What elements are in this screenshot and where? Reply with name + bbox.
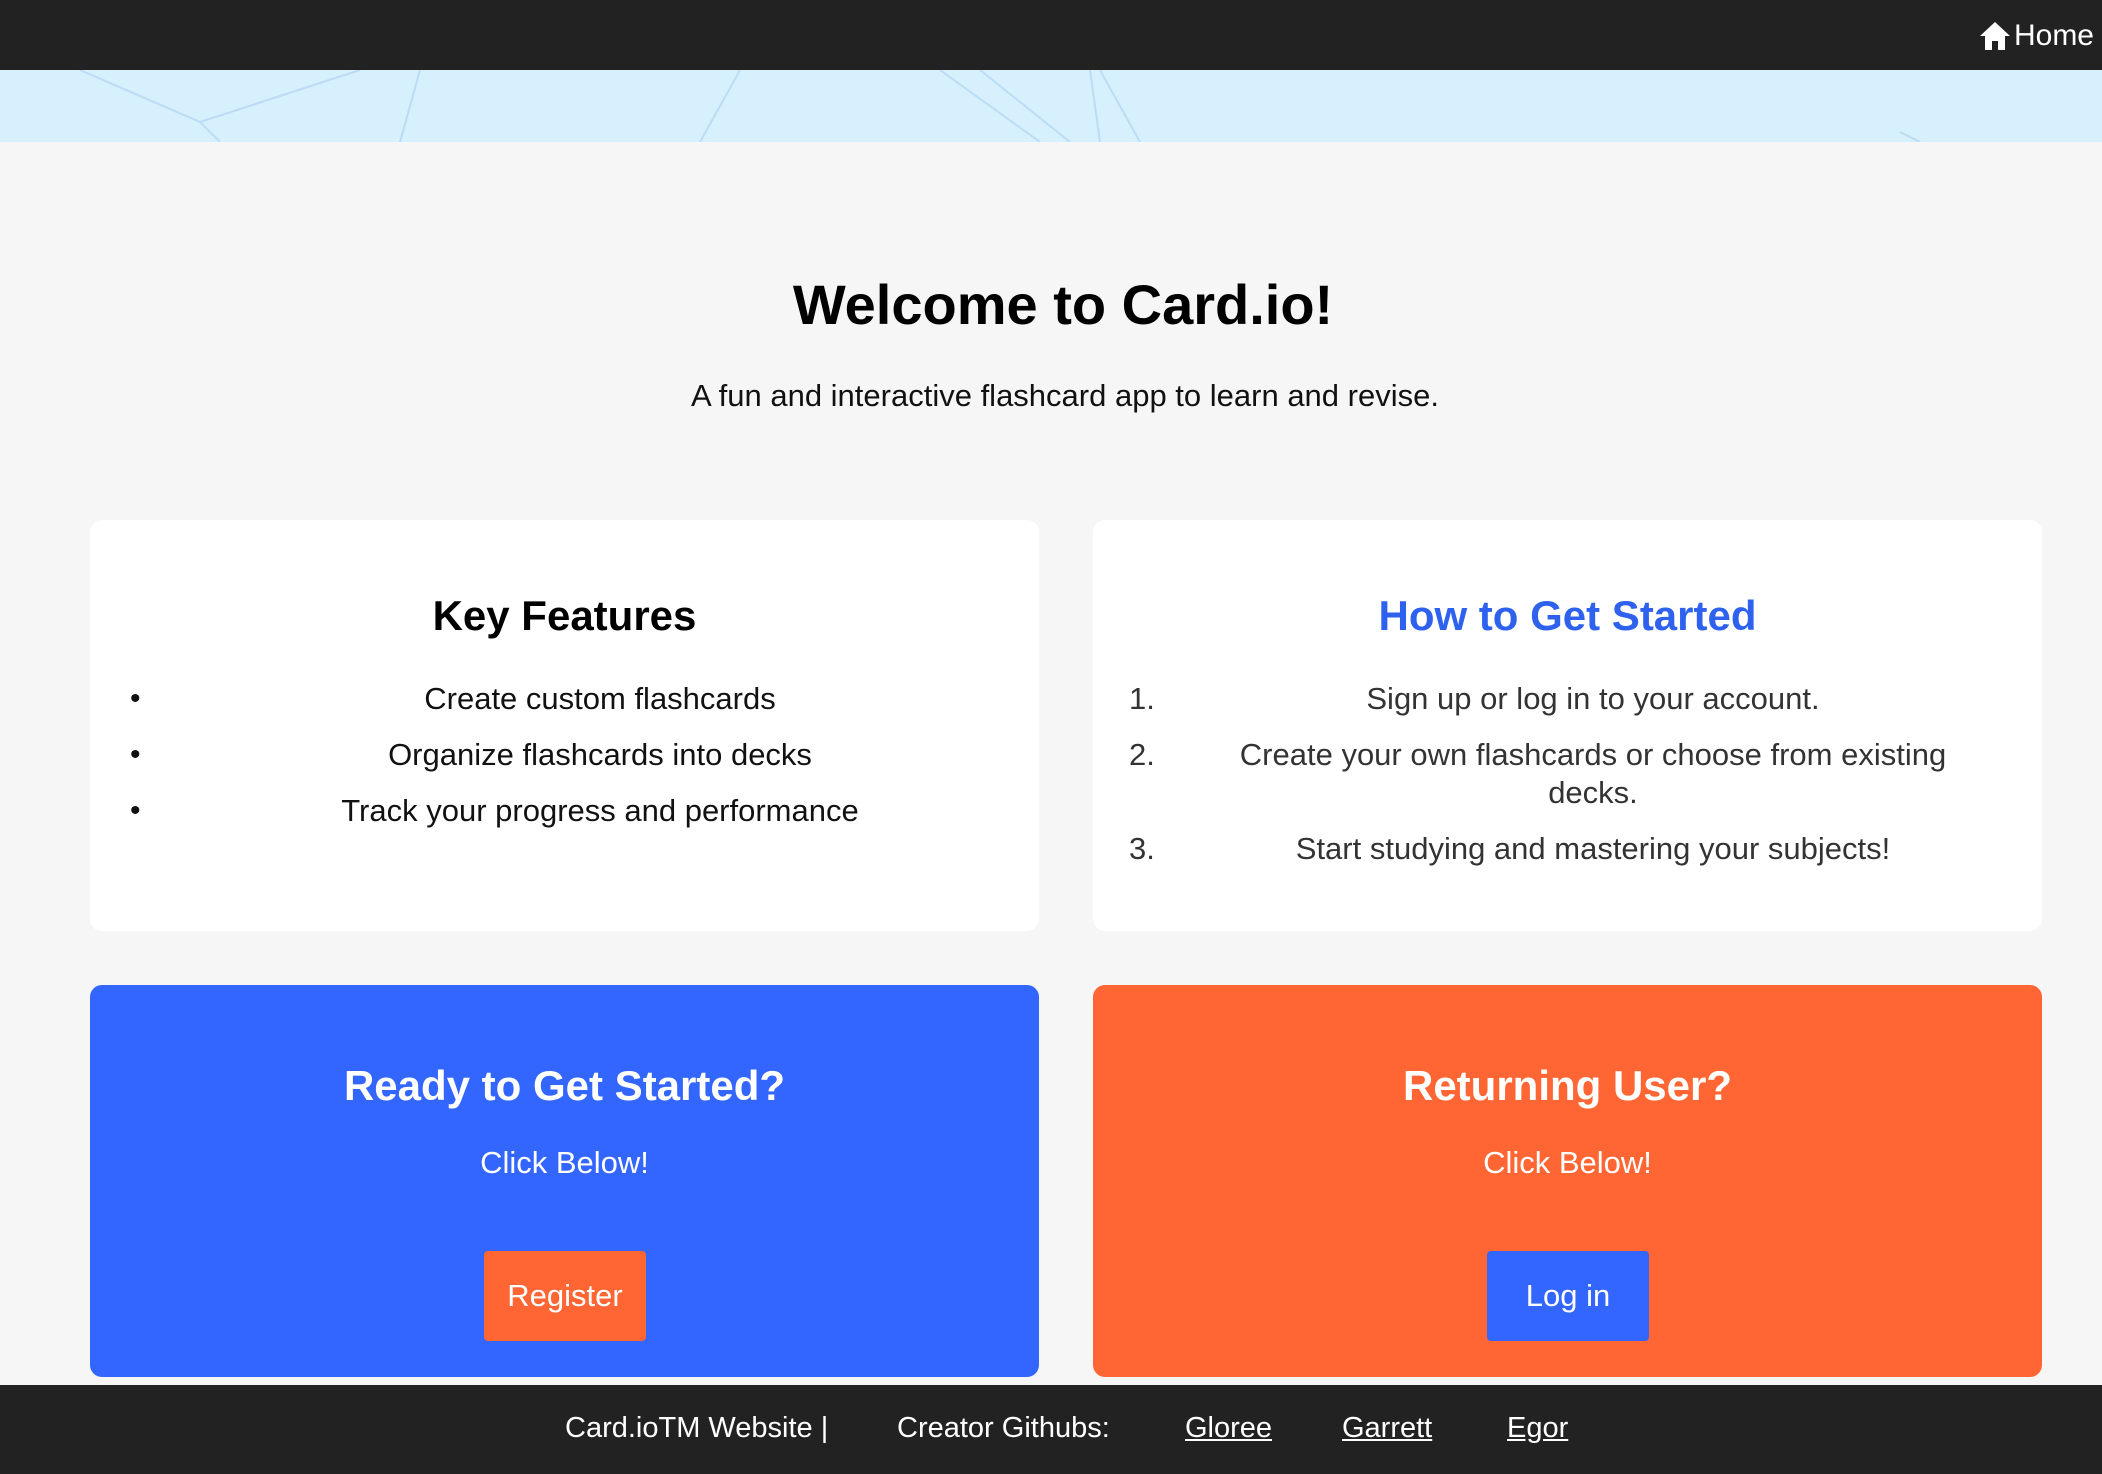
login-cta-title: Returning User? — [1402, 1062, 1733, 1109]
footer: Card.ioTM Website | Creator Githubs: Glo… — [0, 1385, 2102, 1474]
feature-item-text: Create custom flashcards — [424, 681, 776, 716]
feature-item-text: Track your progress and performance — [341, 793, 859, 828]
login-button[interactable]: Log in — [1487, 1251, 1649, 1341]
footer-link-garrett[interactable]: Garrett — [1342, 1412, 1432, 1445]
step-number: 1. — [1129, 681, 1155, 716]
step-number: 3. — [1129, 831, 1155, 866]
top-navbar: Home — [0, 0, 2102, 70]
feature-item-text: Organize flashcards into decks — [388, 737, 812, 772]
bullet-marker: • — [130, 682, 141, 715]
decorative-lines — [79, 70, 1921, 142]
register-cta-title: Ready to Get Started? — [343, 1062, 786, 1109]
home-link-label: Home — [2013, 19, 2094, 52]
step-number: 2. — [1129, 737, 1155, 772]
home-link[interactable]: Home — [1978, 18, 2094, 54]
step-text: Create your own flashcards or choose fro… — [1239, 737, 1947, 810]
footer-brand-text: Card.ioTM Website | — [565, 1412, 829, 1444]
register-cta-card: Ready to Get Started? Click Below! Regis… — [90, 985, 1039, 1377]
login-cta-subtitle: Click Below! — [1483, 1145, 1652, 1180]
step-text: Sign up or log in to your account. — [1366, 681, 1820, 716]
key-features-title: Key Features — [432, 592, 697, 639]
how-to-get-started-card: How to Get Started 1. Sign up or log in … — [1093, 520, 2042, 931]
bullet-marker: • — [130, 794, 141, 827]
key-features-card: Key Features • Create custom flashcards … — [90, 520, 1039, 931]
hero-banner-strip — [0, 70, 2102, 142]
page-subtitle: A fun and interactive flashcard app to l… — [691, 378, 1439, 413]
bullet-marker: • — [130, 738, 141, 771]
footer-link-gloree[interactable]: Gloree — [1185, 1412, 1272, 1445]
step-text: Start studying and mastering your subjec… — [1295, 831, 1891, 866]
register-cta-subtitle: Click Below! — [480, 1145, 649, 1180]
footer-link-egor[interactable]: Egor — [1507, 1412, 1568, 1445]
home-icon — [1979, 22, 2010, 50]
login-cta-card: Returning User? Click Below! Log in — [1093, 985, 2042, 1377]
page-title: Welcome to Card.io! — [792, 273, 1334, 336]
how-to-title: How to Get Started — [1378, 592, 1757, 639]
register-button[interactable]: Register — [484, 1251, 646, 1341]
footer-creators-label: Creator Githubs: — [897, 1412, 1110, 1444]
